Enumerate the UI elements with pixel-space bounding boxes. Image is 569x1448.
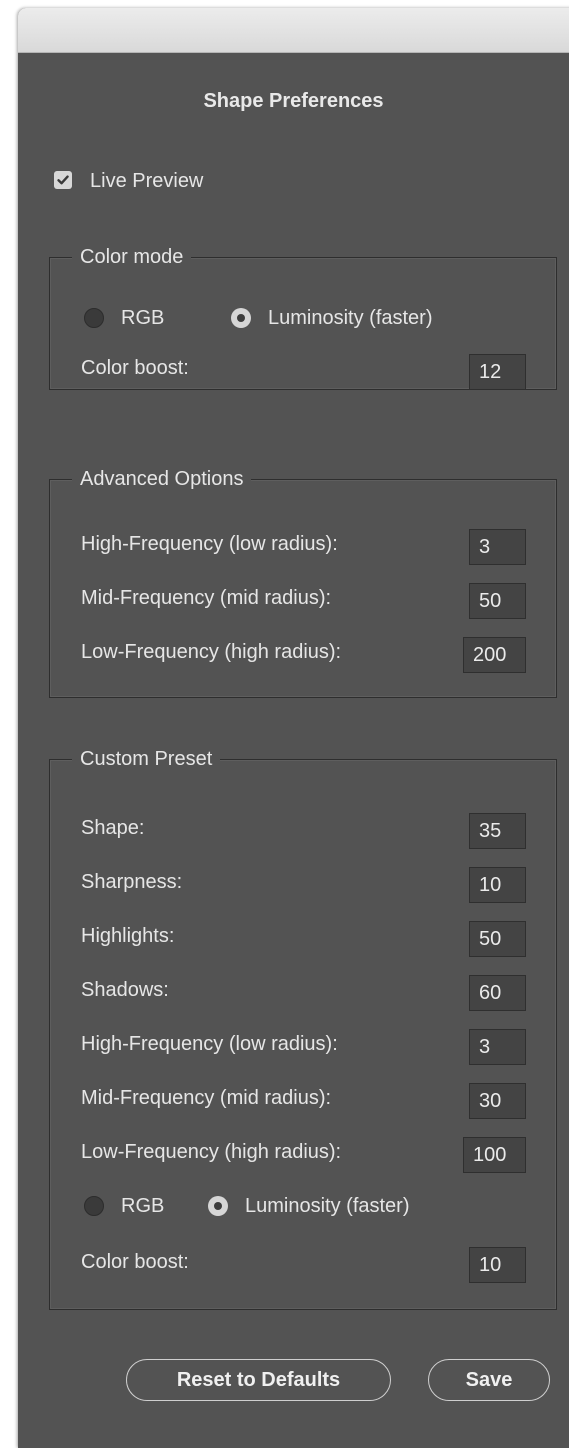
dialog-title: Shape Preferences bbox=[203, 90, 384, 112]
custom-preset-legend: Custom Preset bbox=[72, 746, 221, 772]
preset-shadows-input[interactable]: 60 bbox=[469, 975, 526, 1011]
preset-high-frequency-label: High-Frequency (low radius): bbox=[81, 1033, 338, 1055]
color-boost-label: Color boost: bbox=[81, 357, 189, 379]
color-mode-luminosity-radio[interactable] bbox=[231, 308, 251, 328]
preset-rgb-radio[interactable] bbox=[84, 1196, 104, 1216]
advanced-high-frequency-label: High-Frequency (low radius): bbox=[81, 533, 338, 555]
advanced-low-frequency-label: Low-Frequency (high radius): bbox=[81, 641, 342, 663]
preset-sharpness-input[interactable]: 10 bbox=[469, 867, 526, 903]
preset-high-frequency-input[interactable]: 3 bbox=[469, 1029, 526, 1065]
color-mode-rgb-label[interactable]: RGB bbox=[121, 306, 164, 330]
color-mode-legend: Color mode bbox=[72, 244, 192, 270]
preset-mid-frequency-label: Mid-Frequency (mid radius): bbox=[81, 1087, 332, 1109]
advanced-mid-frequency-label: Mid-Frequency (mid radius): bbox=[81, 587, 332, 609]
color-boost-input[interactable]: 12 bbox=[469, 354, 526, 390]
live-preview-label[interactable]: Live Preview bbox=[90, 169, 203, 193]
advanced-high-frequency-input[interactable]: 3 bbox=[469, 529, 526, 565]
preset-rgb-label[interactable]: RGB bbox=[121, 1194, 164, 1218]
color-mode-rgb-radio[interactable] bbox=[84, 308, 104, 328]
preset-color-boost-input[interactable]: 10 bbox=[469, 1247, 526, 1283]
title-bar[interactable] bbox=[18, 8, 569, 53]
advanced-options-group: Advanced Options High-Frequency (low rad… bbox=[49, 466, 557, 698]
save-button[interactable]: Save bbox=[428, 1359, 550, 1401]
live-preview-checkbox[interactable] bbox=[54, 171, 72, 189]
advanced-mid-frequency-input[interactable]: 50 bbox=[469, 583, 526, 619]
preset-low-frequency-label: Low-Frequency (high radius): bbox=[81, 1141, 342, 1163]
preset-shape-input[interactable]: 35 bbox=[469, 813, 526, 849]
preset-color-boost-label: Color boost: bbox=[81, 1251, 189, 1273]
color-mode-luminosity-label[interactable]: Luminosity (faster) bbox=[268, 306, 433, 330]
color-mode-group: Color mode RGB Luminosity (faster) Color… bbox=[49, 244, 557, 390]
preset-highlights-input[interactable]: 50 bbox=[469, 921, 526, 957]
preset-low-frequency-input[interactable]: 100 bbox=[463, 1137, 526, 1173]
advanced-options-legend: Advanced Options bbox=[72, 466, 252, 492]
preset-sharpness-label: Sharpness: bbox=[81, 871, 183, 893]
preset-shadows-label: Shadows: bbox=[81, 979, 169, 1001]
preset-luminosity-label[interactable]: Luminosity (faster) bbox=[245, 1194, 410, 1218]
checkmark-icon bbox=[57, 175, 69, 185]
preset-highlights-label: Highlights: bbox=[81, 925, 175, 947]
advanced-low-frequency-input[interactable]: 200 bbox=[463, 637, 526, 673]
reset-to-defaults-button[interactable]: Reset to Defaults bbox=[126, 1359, 391, 1401]
preferences-window: Shape Preferences Live Preview Color mod… bbox=[18, 8, 569, 1448]
custom-preset-group: Custom Preset Shape: 35 Sharpness: 10 Hi… bbox=[49, 746, 557, 1310]
preset-mid-frequency-input[interactable]: 30 bbox=[469, 1083, 526, 1119]
preset-luminosity-radio[interactable] bbox=[208, 1196, 228, 1216]
preset-shape-label: Shape: bbox=[81, 817, 145, 839]
